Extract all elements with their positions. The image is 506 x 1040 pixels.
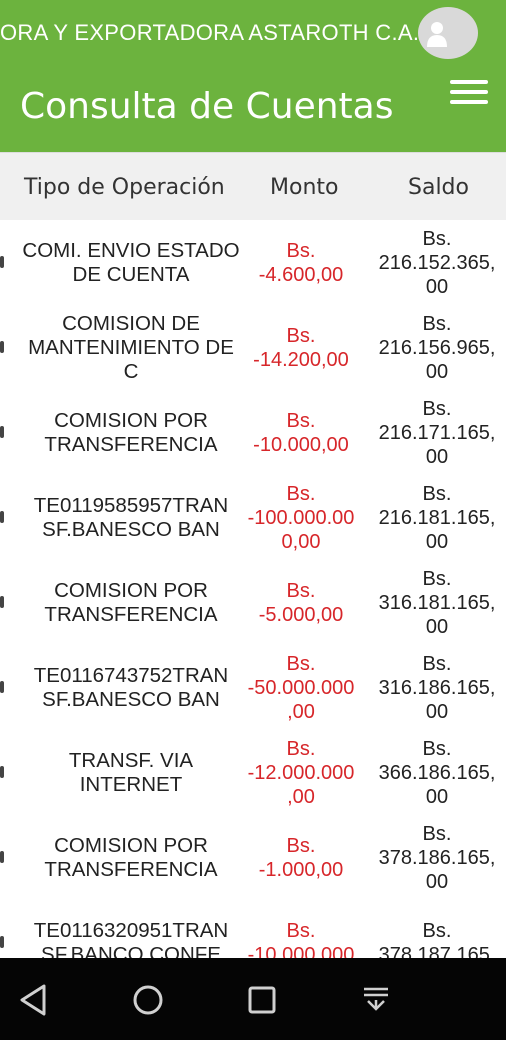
row-tipo: TE0116320951TRAN SF.BANCO CONFE <box>33 918 229 959</box>
transactions-list[interactable]: COMI. ENVIO ESTADO DE CUENTA Bs. -4.600,… <box>0 220 506 958</box>
row-monto: Bs. -5.000,00 <box>258 579 344 626</box>
row-monto: Bs. -50.000.000 ,00 <box>247 652 355 723</box>
row-saldo: Bs. 316.186.165, 00 <box>378 652 496 723</box>
row-saldo: Bs. 216.181.165, 00 <box>378 482 496 553</box>
table-row[interactable]: COMISION POR TRANSFERENCIA Bs. -5.000,00… <box>0 560 506 646</box>
table-row[interactable]: TE0116320951TRAN SF.BANCO CONFE Bs. -10.… <box>0 900 506 958</box>
row-tipo: COMISION POR TRANSFERENCIA <box>44 833 218 881</box>
row-tipo: COMISION POR TRANSFERENCIA <box>44 578 218 626</box>
column-header-monto: Monto <box>270 175 339 200</box>
column-header-saldo: Saldo <box>408 175 469 200</box>
row-saldo: Bs. 366.186.165, 00 <box>378 737 496 808</box>
row-leading-marker <box>0 341 4 353</box>
table-row[interactable]: COMISION POR TRANSFERENCIA Bs. -10.000,0… <box>0 390 506 476</box>
row-leading-marker <box>0 511 4 523</box>
row-monto: Bs. -10.000.000 <box>247 919 355 959</box>
company-name: ORA Y EXPORTADORA ASTAROTH C.A. <box>0 20 420 45</box>
row-leading-marker <box>0 936 4 948</box>
table-row[interactable]: COMI. ENVIO ESTADO DE CUENTA Bs. -4.600,… <box>0 220 506 306</box>
row-monto: Bs. -10.000,00 <box>253 409 349 456</box>
row-tipo: TE0119585957TRAN SF.BANESCO BAN <box>33 493 229 541</box>
table-row[interactable]: TE0116743752TRAN SF.BANESCO BAN Bs. -50.… <box>0 645 506 731</box>
back-icon[interactable] <box>12 978 56 1022</box>
notification-shade-icon[interactable] <box>354 978 398 1022</box>
column-header-tipo: Tipo de Operación <box>24 175 225 200</box>
row-saldo: Bs. 378.186.165, 00 <box>378 822 496 893</box>
recents-icon[interactable] <box>240 978 284 1022</box>
row-monto: Bs. -12.000.000 ,00 <box>247 737 355 808</box>
row-saldo: Bs. 216.152.365, 00 <box>378 227 496 298</box>
page-title: Consulta de Cuentas <box>20 86 394 127</box>
row-leading-marker <box>0 426 4 438</box>
app-header: ORA Y EXPORTADORA ASTAROTH C.A. Consulta… <box>0 0 506 152</box>
row-leading-marker <box>0 681 4 693</box>
row-saldo: Bs. 216.171.165, 00 <box>378 397 496 468</box>
row-monto: Bs. -1.000,00 <box>258 834 344 881</box>
row-monto: Bs. -4.600,00 <box>258 239 344 286</box>
row-monto: Bs. -14.200,00 <box>253 324 349 371</box>
hamburger-menu-icon[interactable] <box>450 80 488 106</box>
row-tipo: COMI. ENVIO ESTADO DE CUENTA <box>22 238 240 286</box>
row-leading-marker <box>0 596 4 608</box>
row-saldo: Bs. 378.187.165, <box>378 919 496 959</box>
row-tipo: COMISION DE MANTENIMIENTO DE C <box>28 311 234 383</box>
table-header: Tipo de Operación Monto Saldo <box>0 152 506 222</box>
home-icon[interactable] <box>126 978 170 1022</box>
row-leading-marker <box>0 766 4 778</box>
row-saldo: Bs. 216.156.965, 00 <box>378 312 496 383</box>
user-avatar-icon[interactable] <box>418 7 478 59</box>
table-row[interactable]: TRANSF. VIA INTERNET Bs. -12.000.000 ,00… <box>0 730 506 816</box>
row-tipo: TE0116743752TRAN SF.BANESCO BAN <box>33 663 229 711</box>
row-leading-marker <box>0 851 4 863</box>
table-row[interactable]: TE0119585957TRAN SF.BANESCO BAN Bs. -100… <box>0 475 506 561</box>
row-tipo: COMISION POR TRANSFERENCIA <box>44 408 218 456</box>
table-row[interactable]: COMISION POR TRANSFERENCIA Bs. -1.000,00… <box>0 815 506 901</box>
table-row[interactable]: COMISION DE MANTENIMIENTO DE C Bs. -14.2… <box>0 305 506 391</box>
row-saldo: Bs. 316.181.165, 00 <box>378 567 496 638</box>
row-leading-marker <box>0 256 4 268</box>
row-tipo: TRANSF. VIA INTERNET <box>68 748 194 796</box>
system-navigation-bar <box>0 958 506 1040</box>
row-monto: Bs. -100.000.00 0,00 <box>247 482 355 553</box>
